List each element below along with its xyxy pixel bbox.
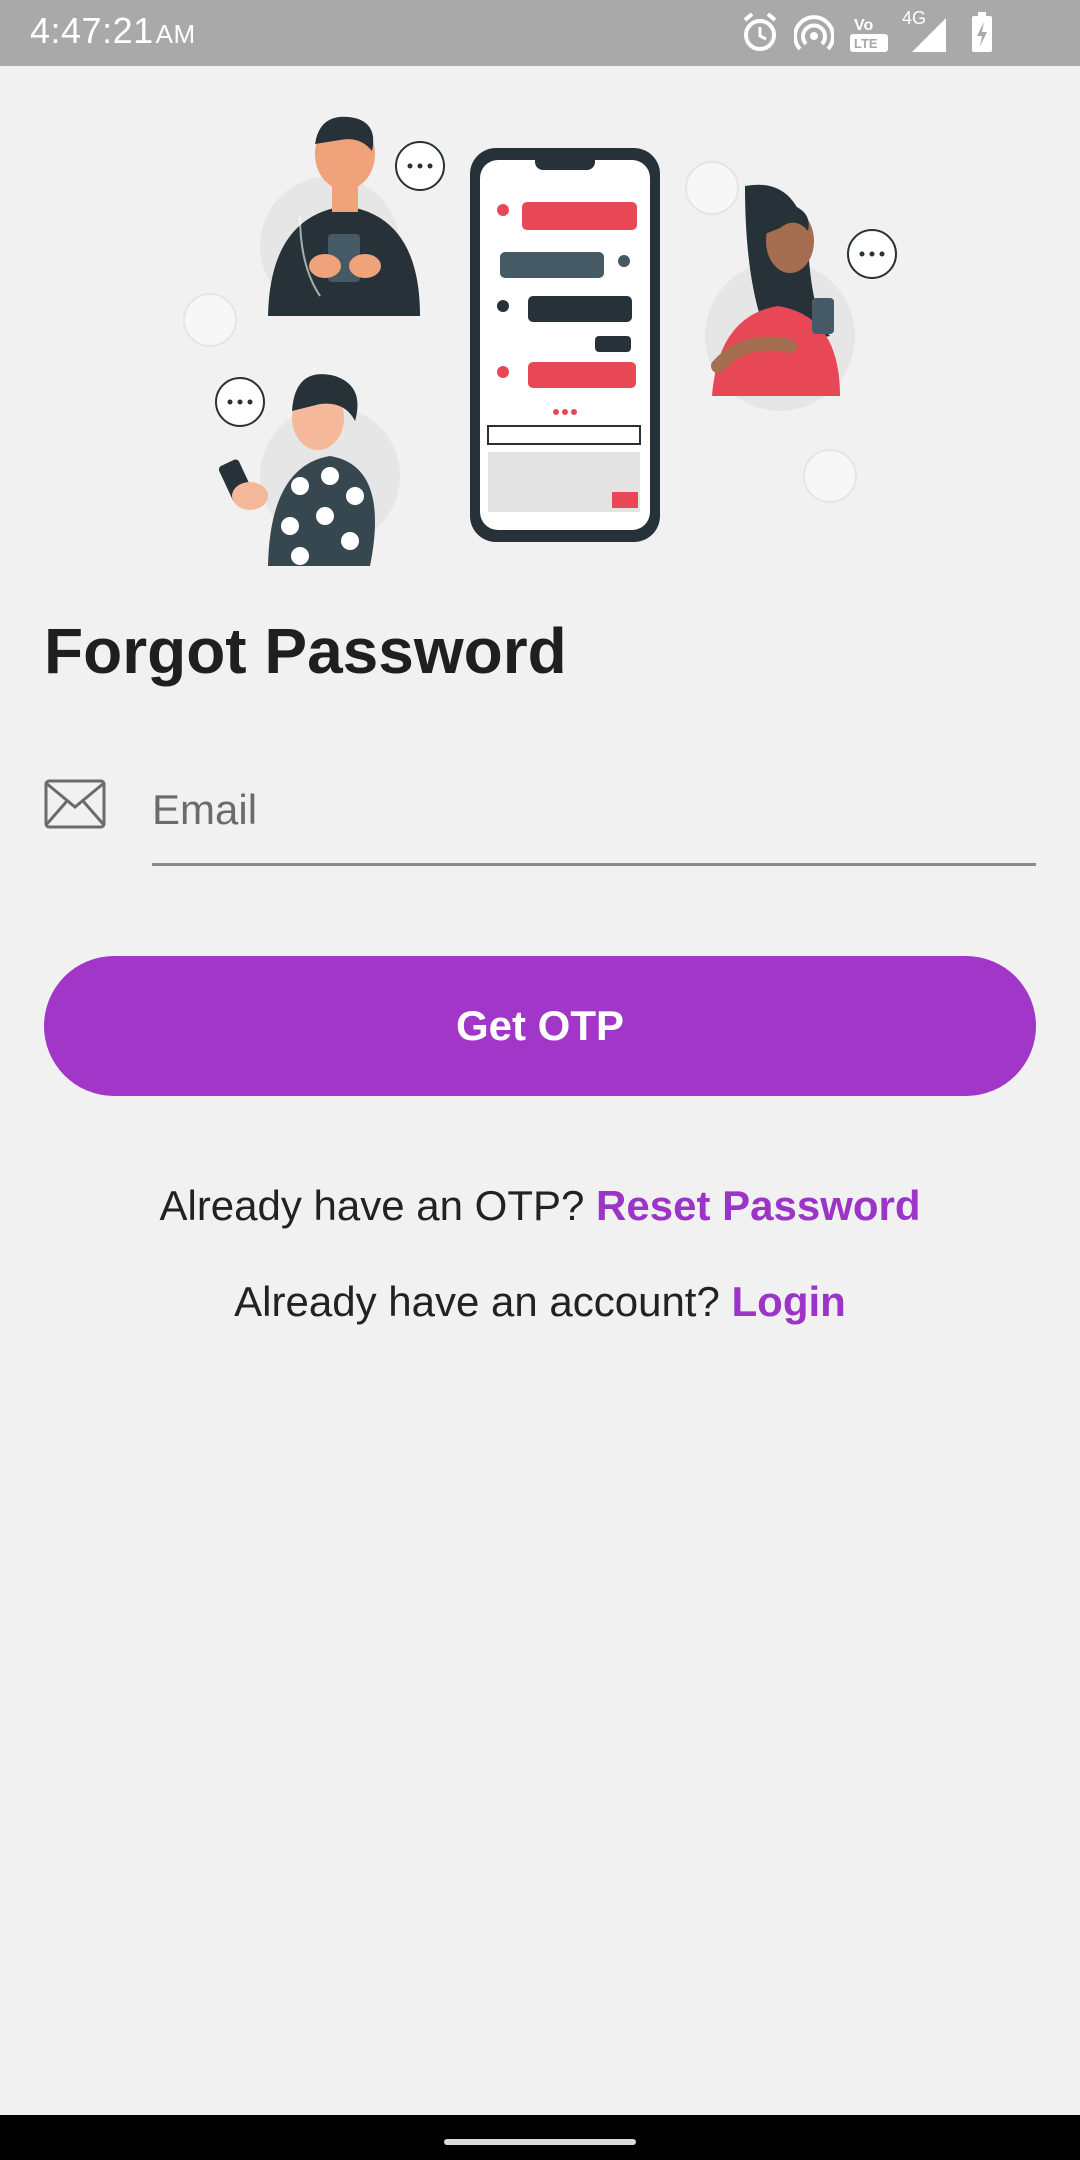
alarm-icon [743, 12, 777, 51]
page-title: Forgot Password [44, 615, 567, 687]
reset-password-prompt: Already have an OTP? Reset Password [0, 1182, 1080, 1230]
hotspot-icon [794, 15, 834, 51]
home-gesture-handle[interactable] [444, 2139, 636, 2145]
login-link[interactable]: Login [732, 1278, 846, 1325]
reset-password-link[interactable]: Reset Password [596, 1182, 920, 1229]
speech-bubble-1 [395, 141, 445, 191]
signal-icon [912, 18, 946, 52]
battery-charging-icon [972, 12, 992, 52]
status-icons: Vo LTE 4G [740, 8, 1060, 56]
phone-illustration [470, 148, 660, 542]
account-prompt-text: Already have an account? [234, 1278, 720, 1325]
status-time: 4:47:21AM [30, 10, 196, 52]
volte-icon: Vo LTE [850, 17, 888, 52]
status-time-value: 4:47:21 [30, 10, 154, 51]
navigation-bar [0, 2115, 1080, 2160]
svg-text:LTE: LTE [854, 36, 878, 51]
otp-prompt-text: Already have an OTP? [159, 1182, 585, 1229]
email-field-row [44, 770, 1036, 870]
email-field[interactable] [152, 770, 1036, 866]
people-chatting-illustration [183, 116, 897, 566]
status-bar: 4:47:21AM Vo LTE 4G [0, 0, 1080, 66]
get-otp-button[interactable]: Get OTP [44, 956, 1036, 1096]
login-prompt: Already have an account? Login [0, 1278, 1080, 1326]
status-time-ampm: AM [155, 19, 196, 49]
svg-text:Vo: Vo [854, 17, 873, 34]
envelope-icon [44, 779, 106, 829]
